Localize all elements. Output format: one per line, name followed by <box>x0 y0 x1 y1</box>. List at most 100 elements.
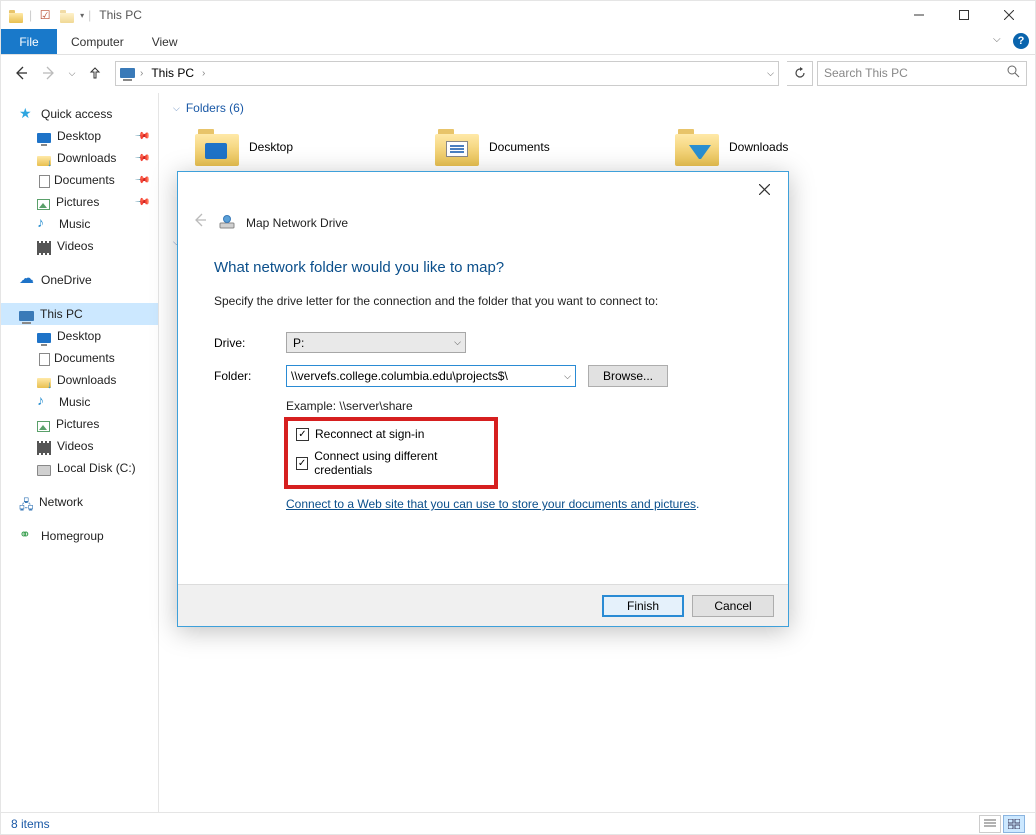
sidebar-item-pictures[interactable]: Pictures <box>1 413 158 435</box>
title-bar: | ☑ ▾ | This PC <box>1 1 1035 29</box>
drive-label: Drive: <box>214 336 286 350</box>
folder-input[interactable]: \\vervefs.college.columbia.edu\projects$… <box>286 365 576 387</box>
drive-select[interactable]: P: ⌵ <box>286 332 466 353</box>
star-icon <box>19 106 35 122</box>
qat-sep: | <box>29 8 32 22</box>
sidebar-onedrive[interactable]: OneDrive <box>1 269 158 291</box>
desktop-icon <box>37 133 51 143</box>
tab-computer[interactable]: Computer <box>57 29 138 54</box>
folder-icon <box>675 127 719 167</box>
dialog-heading: What network folder would you like to ma… <box>214 259 752 276</box>
sidebar-item-pictures[interactable]: Pictures📌 <box>1 191 158 213</box>
expand-ribbon-icon[interactable]: ⌵ <box>993 34 1007 48</box>
example-text: Example: \\server\share <box>286 399 752 413</box>
chevron-down-icon: ⌵ <box>454 337 461 348</box>
status-text: 8 items <box>11 817 50 831</box>
chevron-right-icon[interactable]: › <box>140 68 143 79</box>
downloads-icon <box>37 378 51 388</box>
minimize-button[interactable] <box>896 1 941 29</box>
network-icon <box>19 499 33 509</box>
disk-icon <box>37 465 51 476</box>
qat-dropdown-icon[interactable]: ▾ <box>80 11 84 20</box>
checkbox-icon: ✓ <box>296 457 308 470</box>
group-folders[interactable]: ⌵ Folders (6) <box>173 101 1021 115</box>
pc-icon <box>120 65 136 81</box>
forward-button[interactable] <box>37 61 61 85</box>
search-input[interactable]: Search This PC <box>817 61 1027 86</box>
details-view-button[interactable] <box>979 815 1001 833</box>
chevron-down-icon: ⌵ <box>564 371 571 382</box>
address-bar-row: ⌵ › This PC › ⌵ Search This PC <box>1 55 1035 91</box>
refresh-button[interactable] <box>787 61 813 86</box>
pin-icon: 📌 <box>133 172 150 189</box>
sidebar-item-desktop[interactable]: Desktop <box>1 325 158 347</box>
chevron-down-icon: ⌵ <box>173 103 180 114</box>
pictures-icon <box>37 199 50 210</box>
recent-dropdown-icon[interactable]: ⌵ <box>65 61 79 85</box>
qat-newfolder-icon[interactable] <box>58 6 76 24</box>
ribbon: File Computer View ⌵ ? <box>1 29 1035 55</box>
address-bar[interactable]: › This PC › ⌵ <box>115 61 779 86</box>
sidebar-network[interactable]: Network <box>1 491 158 513</box>
documents-icon <box>39 175 50 188</box>
music-icon <box>37 394 53 410</box>
cloud-icon <box>19 272 35 288</box>
sidebar-item-documents[interactable]: Documents📌 <box>1 169 158 191</box>
map-network-drive-dialog: Map Network Drive What network folder wo… <box>177 171 789 627</box>
navigation-pane: Quick access Desktop📌 Downloads📌 Documen… <box>1 93 159 812</box>
tiles-view-button[interactable] <box>1003 815 1025 833</box>
desktop-icon <box>37 333 51 343</box>
status-bar: 8 items <box>1 812 1035 834</box>
address-dropdown-icon[interactable]: ⌵ <box>767 68 774 79</box>
sidebar-item-music[interactable]: Music <box>1 391 158 413</box>
sidebar-item-videos[interactable]: Videos <box>1 235 158 257</box>
sidebar-quick-access[interactable]: Quick access <box>1 103 158 125</box>
file-tab[interactable]: File <box>1 29 57 54</box>
chevron-right-icon[interactable]: › <box>202 68 205 79</box>
highlighted-checkboxes: ✓ Reconnect at sign-in ✓ Connect using d… <box>284 417 498 489</box>
explorer-icon <box>7 6 25 24</box>
maximize-button[interactable] <box>941 1 986 29</box>
folder-documents[interactable]: Documents <box>435 127 635 167</box>
qat-properties-icon[interactable]: ☑ <box>36 6 54 24</box>
sidebar-item-downloads[interactable]: Downloads <box>1 369 158 391</box>
pc-icon <box>19 311 34 321</box>
sidebar-item-documents[interactable]: Documents <box>1 347 158 369</box>
cancel-button[interactable]: Cancel <box>692 595 774 617</box>
checkbox-icon: ✓ <box>296 428 309 441</box>
homegroup-icon <box>19 528 35 544</box>
close-button[interactable] <box>986 1 1031 29</box>
sidebar-item-music[interactable]: Music <box>1 213 158 235</box>
connect-website-link[interactable]: Connect to a Web site that you can use t… <box>286 497 752 511</box>
folder-label: Folder: <box>214 369 286 383</box>
folder-icon <box>435 127 479 167</box>
back-button[interactable] <box>9 61 33 85</box>
finish-button[interactable]: Finish <box>602 595 684 617</box>
sidebar-homegroup[interactable]: Homegroup <box>1 525 158 547</box>
folder-desktop[interactable]: Desktop <box>195 127 395 167</box>
sidebar-this-pc[interactable]: This PC <box>1 303 158 325</box>
pictures-icon <box>37 421 50 432</box>
search-placeholder: Search This PC <box>824 66 908 80</box>
help-button[interactable]: ? <box>1013 33 1029 49</box>
sidebar-item-videos[interactable]: Videos <box>1 435 158 457</box>
tab-view[interactable]: View <box>138 29 192 54</box>
window-title: This PC <box>99 8 142 22</box>
folder-downloads[interactable]: Downloads <box>675 127 875 167</box>
sidebar-item-localdisk[interactable]: Local Disk (C:) <box>1 457 158 479</box>
qat-sep2: | <box>88 8 91 22</box>
different-credentials-checkbox[interactable]: ✓ Connect using different credentials <box>296 449 486 477</box>
sidebar-item-downloads[interactable]: Downloads📌 <box>1 147 158 169</box>
browse-button[interactable]: Browse... <box>588 365 668 387</box>
reconnect-checkbox[interactable]: ✓ Reconnect at sign-in <box>296 427 486 441</box>
dialog-close-button[interactable] <box>744 174 784 204</box>
network-drive-icon <box>218 214 236 232</box>
search-icon <box>1007 65 1020 81</box>
sidebar-item-desktop[interactable]: Desktop📌 <box>1 125 158 147</box>
pin-icon: 📌 <box>133 150 150 167</box>
breadcrumb[interactable]: This PC <box>147 66 198 80</box>
up-button[interactable] <box>83 61 107 85</box>
dialog-back-button[interactable] <box>192 212 208 233</box>
pin-icon: 📌 <box>133 128 150 145</box>
pin-icon: 📌 <box>133 194 150 211</box>
